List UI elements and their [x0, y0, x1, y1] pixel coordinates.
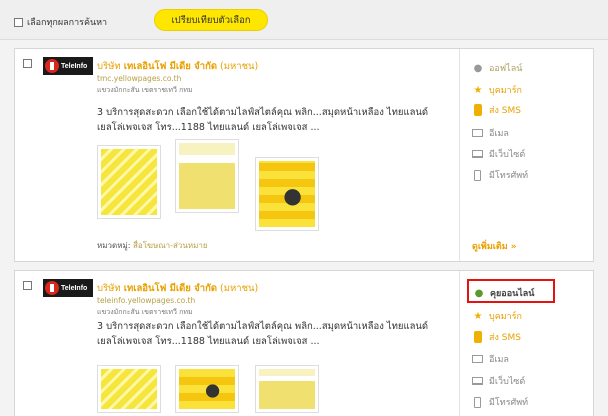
phone-item: มีโทรศัพท์: [472, 395, 528, 409]
actions-panel: ● คุยออนไลน์ ★ บุคมาร์ก ส่ง SMS อีเมล มี…: [459, 271, 594, 416]
thumbnail-image[interactable]: [175, 139, 239, 213]
sms-label: ส่ง SMS: [489, 333, 521, 343]
bookmark-link[interactable]: ★ บุคมาร์ก: [472, 83, 523, 97]
monitor-icon: [472, 377, 483, 385]
result-card: TeleInfo บริษัท เทเลอินโฟ มีเดีย จำกัด (…: [14, 48, 594, 262]
company-title[interactable]: บริษัท เทเลอินโฟ มีเดีย จำกัด (มหาชน): [97, 281, 258, 296]
chat-online-label: คุยออนไลน์: [490, 289, 535, 299]
select-all[interactable]: เลือกทุกผลการค้นหา: [14, 15, 107, 29]
result-card: TeleInfo บริษัท เทเลอินโฟ มีเดีย จำกัด (…: [14, 270, 594, 416]
company-url[interactable]: teleinfo.yellowpages.co.th: [97, 296, 195, 305]
description-line: 3 บริการสุดสะดวก เลือกใช้ได้ตามไลฟ์สไตล์…: [97, 321, 429, 332]
bookmark-label: บุคมาร์ก: [489, 312, 523, 322]
company-logo[interactable]: TeleInfo: [43, 279, 93, 297]
results-toolbar: เลือกทุกผลการค้นหา เปรียบเทียบตัวเลือก: [0, 0, 608, 40]
sms-link[interactable]: ส่ง SMS: [472, 103, 521, 117]
email-label: อีเมล: [489, 129, 509, 139]
offline-label: ออฟไลน์: [489, 64, 523, 74]
thumbnail-image[interactable]: [175, 365, 239, 413]
website-item: มีเว็บไซต์: [472, 147, 525, 161]
phone-label: มีโทรศัพท์: [489, 171, 529, 181]
company-prefix: บริษัท: [97, 283, 121, 294]
person-offline-icon: ●: [473, 62, 483, 74]
bookmark-link[interactable]: ★ บุคมาร์ก: [472, 309, 523, 323]
company-name: เทเลอินโฟ มีเดีย จำกัด: [123, 283, 217, 294]
website-label: มีเว็บไซต์: [489, 150, 526, 160]
result-checkbox[interactable]: [23, 59, 32, 68]
company-logo[interactable]: TeleInfo: [43, 57, 93, 75]
mobile-phone-icon: [474, 104, 482, 116]
select-all-label: เลือกทุกผลการค้นหา: [27, 18, 108, 28]
sms-link[interactable]: ส่ง SMS: [472, 330, 521, 344]
company-prefix: บริษัท: [97, 61, 121, 72]
mail-icon: [472, 355, 483, 363]
person-online-icon: ●: [474, 287, 484, 299]
chat-online-highlight[interactable]: ● คุยออนไลน์: [467, 279, 555, 303]
teleinfo-logo-icon: [45, 281, 59, 295]
more-link[interactable]: ดูเพิ่มเติม »: [472, 239, 517, 253]
category: หมวดหมู่: สื่อโฆษณา-ส่วนหมาย: [97, 239, 208, 252]
compare-button[interactable]: เปรียบเทียบตัวเลือก: [154, 9, 268, 31]
company-address: แขวงมักกะสัน เขตราชเทวี กทม: [97, 86, 193, 94]
company-address: แขวงมักกะสัน เขตราชเทวี กทม: [97, 308, 193, 316]
offline-status[interactable]: ● ออฟไลน์: [472, 61, 523, 75]
logo-text: TeleInfo: [61, 284, 88, 292]
website-item: มีเว็บไซต์: [472, 374, 525, 388]
mobile-phone-icon: [474, 331, 482, 343]
phone-item: มีโทรศัพท์: [472, 168, 528, 182]
description-line: 3 บริการสุดสะดวก เลือกใช้ได้ตามไลฟ์สไตล์…: [97, 107, 429, 118]
chat-online-button[interactable]: ● คุยออนไลน์: [473, 286, 535, 300]
email-item: อีเมล: [472, 352, 509, 366]
select-all-checkbox[interactable]: [14, 17, 23, 27]
thumbnail-image[interactable]: [255, 157, 319, 231]
telephone-icon: [474, 169, 481, 181]
thumbnail-image[interactable]: [97, 145, 161, 219]
company-title[interactable]: บริษัท เทเลอินโฟ มีเดีย จำกัด (มหาชน): [97, 59, 258, 74]
star-icon: ★: [473, 84, 483, 96]
teleinfo-logo-icon: [45, 59, 59, 73]
star-icon: ★: [473, 310, 483, 322]
description-line: เยลโล่เพจเจส โทร...1188 ไทยแลนด์ เยลโล่เ…: [97, 122, 320, 133]
category-link[interactable]: สื่อโฆษณา-ส่วนหมาย: [133, 241, 208, 250]
email-label: อีเมล: [489, 355, 509, 365]
email-item: อีเมล: [472, 126, 509, 140]
category-label: หมวดหมู่:: [97, 241, 131, 250]
result-checkbox[interactable]: [23, 281, 32, 290]
mail-icon: [472, 129, 483, 137]
company-url[interactable]: tmc.yellowpages.co.th: [97, 74, 181, 83]
company-description: 3 บริการสุดสะดวก เลือกใช้ได้ตามไลฟ์สไตล์…: [97, 319, 447, 349]
website-label: มีเว็บไซต์: [489, 377, 526, 387]
thumbnail-image[interactable]: [97, 365, 161, 413]
company-suffix: (มหาชน): [220, 61, 259, 72]
bookmark-label: บุคมาร์ก: [489, 86, 523, 96]
company-suffix: (มหาชน): [220, 283, 259, 294]
company-name: เทเลอินโฟ มีเดีย จำกัด: [123, 61, 217, 72]
monitor-icon: [472, 150, 483, 158]
thumbnail-image[interactable]: [255, 365, 319, 413]
company-description: 3 บริการสุดสะดวก เลือกใช้ได้ตามไลฟ์สไตล์…: [97, 105, 447, 135]
phone-label: มีโทรศัพท์: [489, 398, 529, 408]
telephone-icon: [474, 396, 481, 408]
sms-label: ส่ง SMS: [489, 106, 521, 116]
description-line: เยลโล่เพจเจส โทร...1188 ไทยแลนด์ เยลโล่เ…: [97, 336, 320, 347]
actions-panel: ● ออฟไลน์ ★ บุคมาร์ก ส่ง SMS อีเมล มีเว็…: [459, 49, 594, 261]
logo-text: TeleInfo: [61, 62, 88, 70]
